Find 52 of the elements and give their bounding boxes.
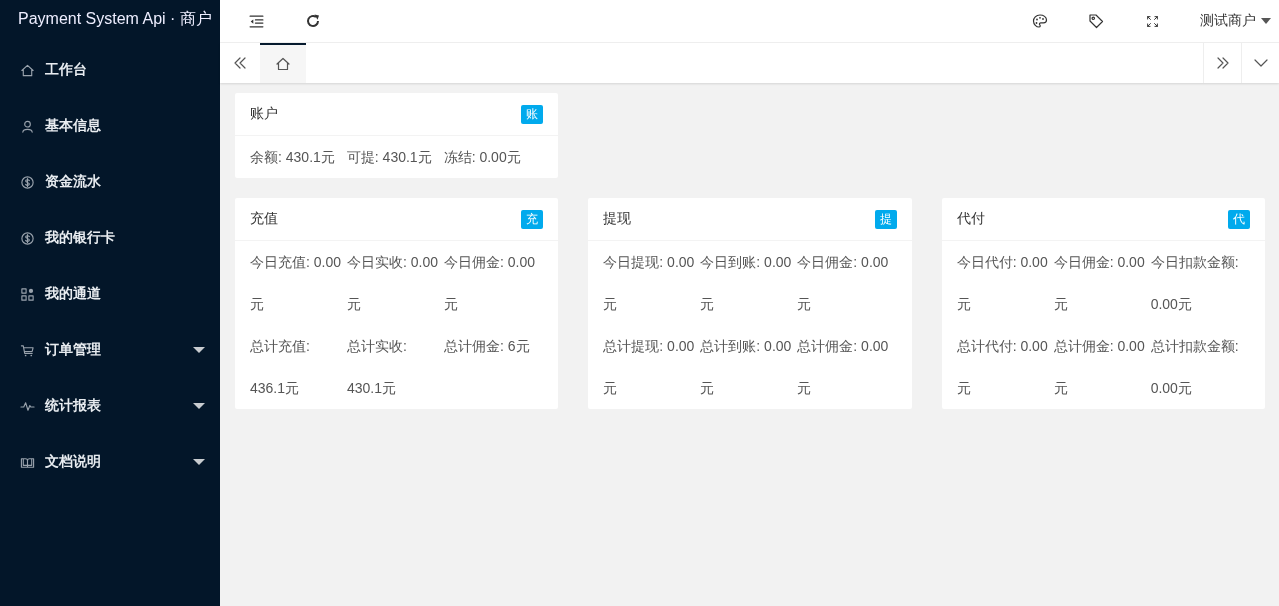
card-title: 提现 — [603, 210, 632, 228]
stat-text: 总计实收: 430.1元 — [347, 337, 408, 398]
card-badge: 充 — [521, 209, 544, 229]
home-tab[interactable] — [260, 43, 306, 83]
card-badge: 账 — [521, 104, 544, 124]
stat-text: 总计充值: 436.1元 — [250, 337, 311, 398]
cart-icon — [20, 342, 35, 358]
sidebar-item[interactable]: 我的通道 — [0, 266, 220, 322]
stat-text: 总计到账: 0.00元 — [700, 337, 793, 398]
house-icon — [20, 62, 35, 78]
refresh-icon[interactable] — [305, 13, 321, 29]
sidebar-item[interactable]: 基本信息 — [0, 98, 220, 154]
dollar-coin-icon — [20, 230, 35, 246]
stat-text: 可提: 430.1元 — [346, 148, 432, 167]
fullscreen-icon[interactable] — [1145, 14, 1159, 28]
user-menu[interactable]: 测试商户 — [1180, 12, 1271, 30]
sidebar-item[interactable]: 文档说明 — [0, 434, 220, 490]
card-title: 账户 — [250, 105, 278, 123]
stat-text: 今日充值: 0.00元 — [250, 253, 343, 314]
stat-text: 总计佣金: 6元 — [444, 337, 531, 356]
user-icon — [20, 118, 35, 134]
sidebar-item[interactable]: 工作台 — [0, 42, 220, 98]
card-badge: 提 — [874, 209, 897, 229]
stat-text: 余额: 430.1元 — [250, 148, 335, 167]
card-badge: 代 — [1228, 209, 1250, 229]
app-grid-icon — [20, 286, 35, 302]
stat-text: 总计佣金: 0.00元 — [797, 337, 890, 398]
dollar-coin-icon — [20, 174, 35, 190]
stat-text: 今日提现: 0.00元 — [603, 253, 696, 314]
stat-text: 今日佣金: 0.00元 — [444, 253, 537, 314]
stat-text: 总计扣款金额: 0.00元 — [1150, 337, 1240, 398]
stat-text: 总计提现: 0.00元 — [603, 337, 696, 398]
sidebar-item[interactable]: 资金流水 — [0, 154, 220, 210]
stat-text: 总计佣金: 0.00元 — [1053, 337, 1146, 398]
house-icon — [275, 56, 291, 72]
stat-text: 今日代付: 0.00元 — [956, 253, 1049, 314]
stat-text: 今日实收: 0.00元 — [347, 253, 440, 314]
stat-text: 总计代付: 0.00元 — [956, 337, 1049, 398]
stat-text: 冻结: 0.00元 — [443, 148, 521, 167]
stat-text: 今日扣款金额: 0.00元 — [1150, 253, 1240, 314]
card-title: 代付 — [956, 210, 985, 228]
card-title: 充值 — [250, 210, 278, 228]
stat-text: 今日佣金: 0.00元 — [1053, 253, 1146, 314]
sidebar-item[interactable]: 订单管理 — [0, 322, 220, 378]
stat-text: 今日佣金: 0.00元 — [797, 253, 890, 314]
sidebar-item[interactable]: 我的银行卡 — [0, 210, 220, 266]
double-chevron-left-icon[interactable] — [232, 55, 248, 71]
tag-icon[interactable] — [1088, 13, 1104, 29]
stat-text: 今日到账: 0.00元 — [700, 253, 793, 314]
sidebar-item[interactable]: 统计报表 — [0, 378, 220, 434]
palette-icon[interactable] — [1032, 13, 1048, 29]
app-logo-title: Payment System Api · 商户 — [17, 9, 213, 29]
